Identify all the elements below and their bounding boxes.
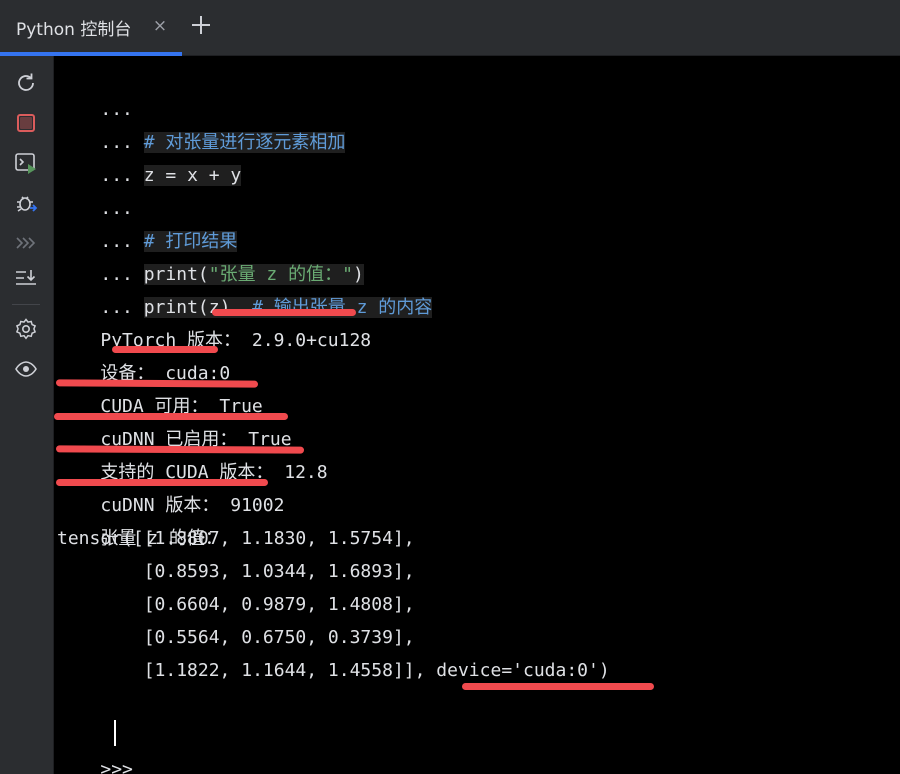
- settings-icon[interactable]: [13, 316, 39, 342]
- rerun-icon[interactable]: [13, 70, 39, 96]
- console-line: ... print(z) # 输出张量 z 的内容: [57, 258, 433, 318]
- console-line: ...: [57, 159, 133, 219]
- highlight-underline: [56, 479, 268, 486]
- console-line: ... # 打印结果: [57, 192, 238, 252]
- code-text: z = x + y: [143, 165, 242, 186]
- highlight-underline: [112, 346, 218, 353]
- tensor-row: [0.5564, 0.6750, 0.3739],: [57, 627, 415, 648]
- close-icon[interactable]: ×: [152, 15, 168, 37]
- console-line: ... print("张量 z 的值："): [57, 225, 364, 285]
- tensor-row: [0.8593, 1.0344, 1.6893],: [57, 561, 415, 582]
- tensor-row: tensor([[1.8807, 1.1830, 1.5754],: [57, 528, 415, 549]
- plus-icon[interactable]: [188, 12, 214, 38]
- watch-icon[interactable]: [13, 356, 39, 382]
- highlight-underline: [462, 683, 654, 690]
- console-line: ... # 对张量进行逐元素相加: [57, 93, 346, 153]
- tensor-row: [0.6604, 0.9879, 1.4808],: [57, 594, 415, 615]
- highlight-underline: [212, 309, 356, 316]
- input-prompt: >>>: [100, 759, 133, 774]
- console-output[interactable]: ... ... # 对张量进行逐元素相加 ... z = x + y ... .…: [54, 56, 900, 774]
- toolbar-divider: [12, 304, 40, 305]
- run-console-icon[interactable]: [13, 150, 39, 176]
- highlight-underline: [54, 413, 288, 420]
- tab-title: Python 控制台: [16, 20, 132, 40]
- output-line-tensor-label: 张量 z 的值：: [57, 489, 223, 549]
- console-line: ...: [57, 60, 133, 120]
- output-value: 12.8: [284, 462, 328, 483]
- tab-python-console[interactable]: Python 控制台 ×: [0, 0, 182, 56]
- input-line[interactable]: >>>: [57, 720, 133, 774]
- tensor-device: device='cuda:0': [436, 660, 599, 681]
- console-line: ... z = x + y: [57, 126, 242, 186]
- stop-icon[interactable]: [13, 110, 39, 136]
- tensor-closing: ): [598, 660, 610, 681]
- text-cursor: [114, 720, 116, 746]
- tab-bar: Python 控制台 ×: [0, 0, 900, 56]
- highlight-underline: [55, 445, 305, 454]
- highlight-underline: [55, 379, 259, 388]
- more-icon[interactable]: [13, 230, 39, 256]
- output-value: 91002: [230, 495, 285, 516]
- debug-icon[interactable]: [13, 190, 39, 216]
- tensor-last-row: [1.1822, 1.1644, 1.4558]],: [57, 660, 437, 681]
- output-value: 2.9.0+cu128: [251, 330, 372, 351]
- scroll-to-end-icon[interactable]: [13, 266, 39, 292]
- output-line-pytorch-version: PyTorch 版本： 2.9.0+cu128: [57, 291, 371, 351]
- console-toolbar: [0, 56, 54, 774]
